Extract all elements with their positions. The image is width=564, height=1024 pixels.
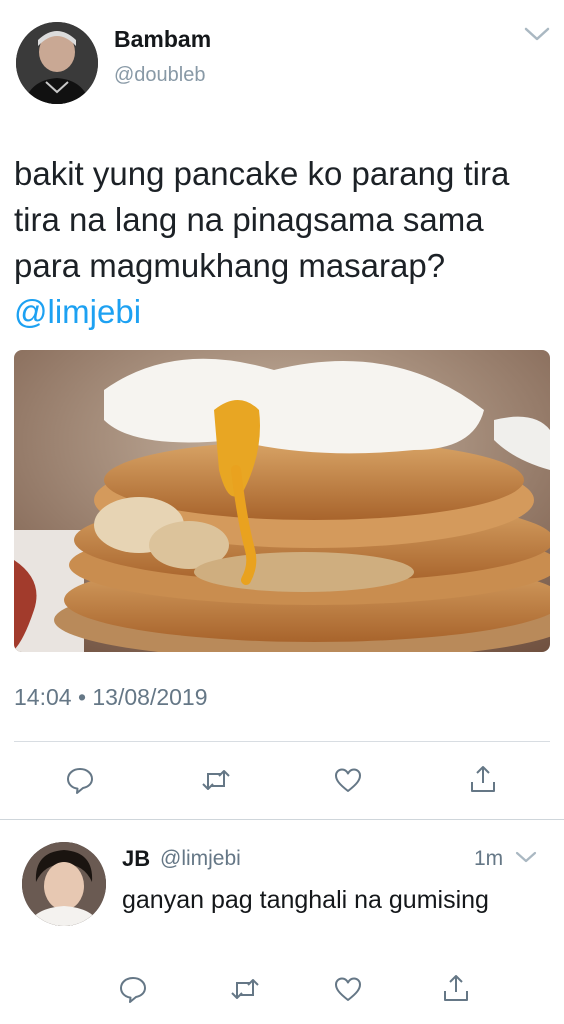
- author-display-name[interactable]: Bambam: [114, 26, 211, 53]
- tweet-separator: [0, 819, 564, 820]
- tweet-body: bakit yung pancake ko parang tira tira n…: [14, 155, 510, 284]
- chevron-down-icon[interactable]: [514, 848, 538, 866]
- retweet-icon[interactable]: [201, 765, 231, 795]
- tweet-text: bakit yung pancake ko parang tira tira n…: [14, 151, 544, 335]
- share-icon[interactable]: [441, 973, 471, 1003]
- tweet-timestamp[interactable]: 14:04 • 13/08/2019: [14, 684, 208, 711]
- reply-author-avatar[interactable]: [22, 842, 106, 926]
- share-icon[interactable]: [468, 764, 498, 794]
- divider: [14, 741, 550, 742]
- reply-icon[interactable]: [65, 765, 95, 795]
- author-avatar[interactable]: [16, 22, 98, 104]
- mention-link[interactable]: @limjebi: [14, 293, 141, 330]
- reply-time[interactable]: 1m: [474, 847, 503, 871]
- reply-handle[interactable]: @limjebi: [160, 847, 241, 871]
- like-icon[interactable]: [333, 974, 363, 1004]
- tweet-photo[interactable]: [14, 350, 550, 652]
- author-handle[interactable]: @doubleb: [114, 64, 205, 87]
- reply-icon[interactable]: [118, 974, 148, 1004]
- reply-display-name[interactable]: JB: [122, 846, 150, 872]
- reply-text: ganyan pag tanghali na gumising: [122, 886, 489, 914]
- retweet-icon[interactable]: [230, 974, 260, 1004]
- chevron-down-icon[interactable]: [523, 24, 551, 44]
- like-icon[interactable]: [333, 765, 363, 795]
